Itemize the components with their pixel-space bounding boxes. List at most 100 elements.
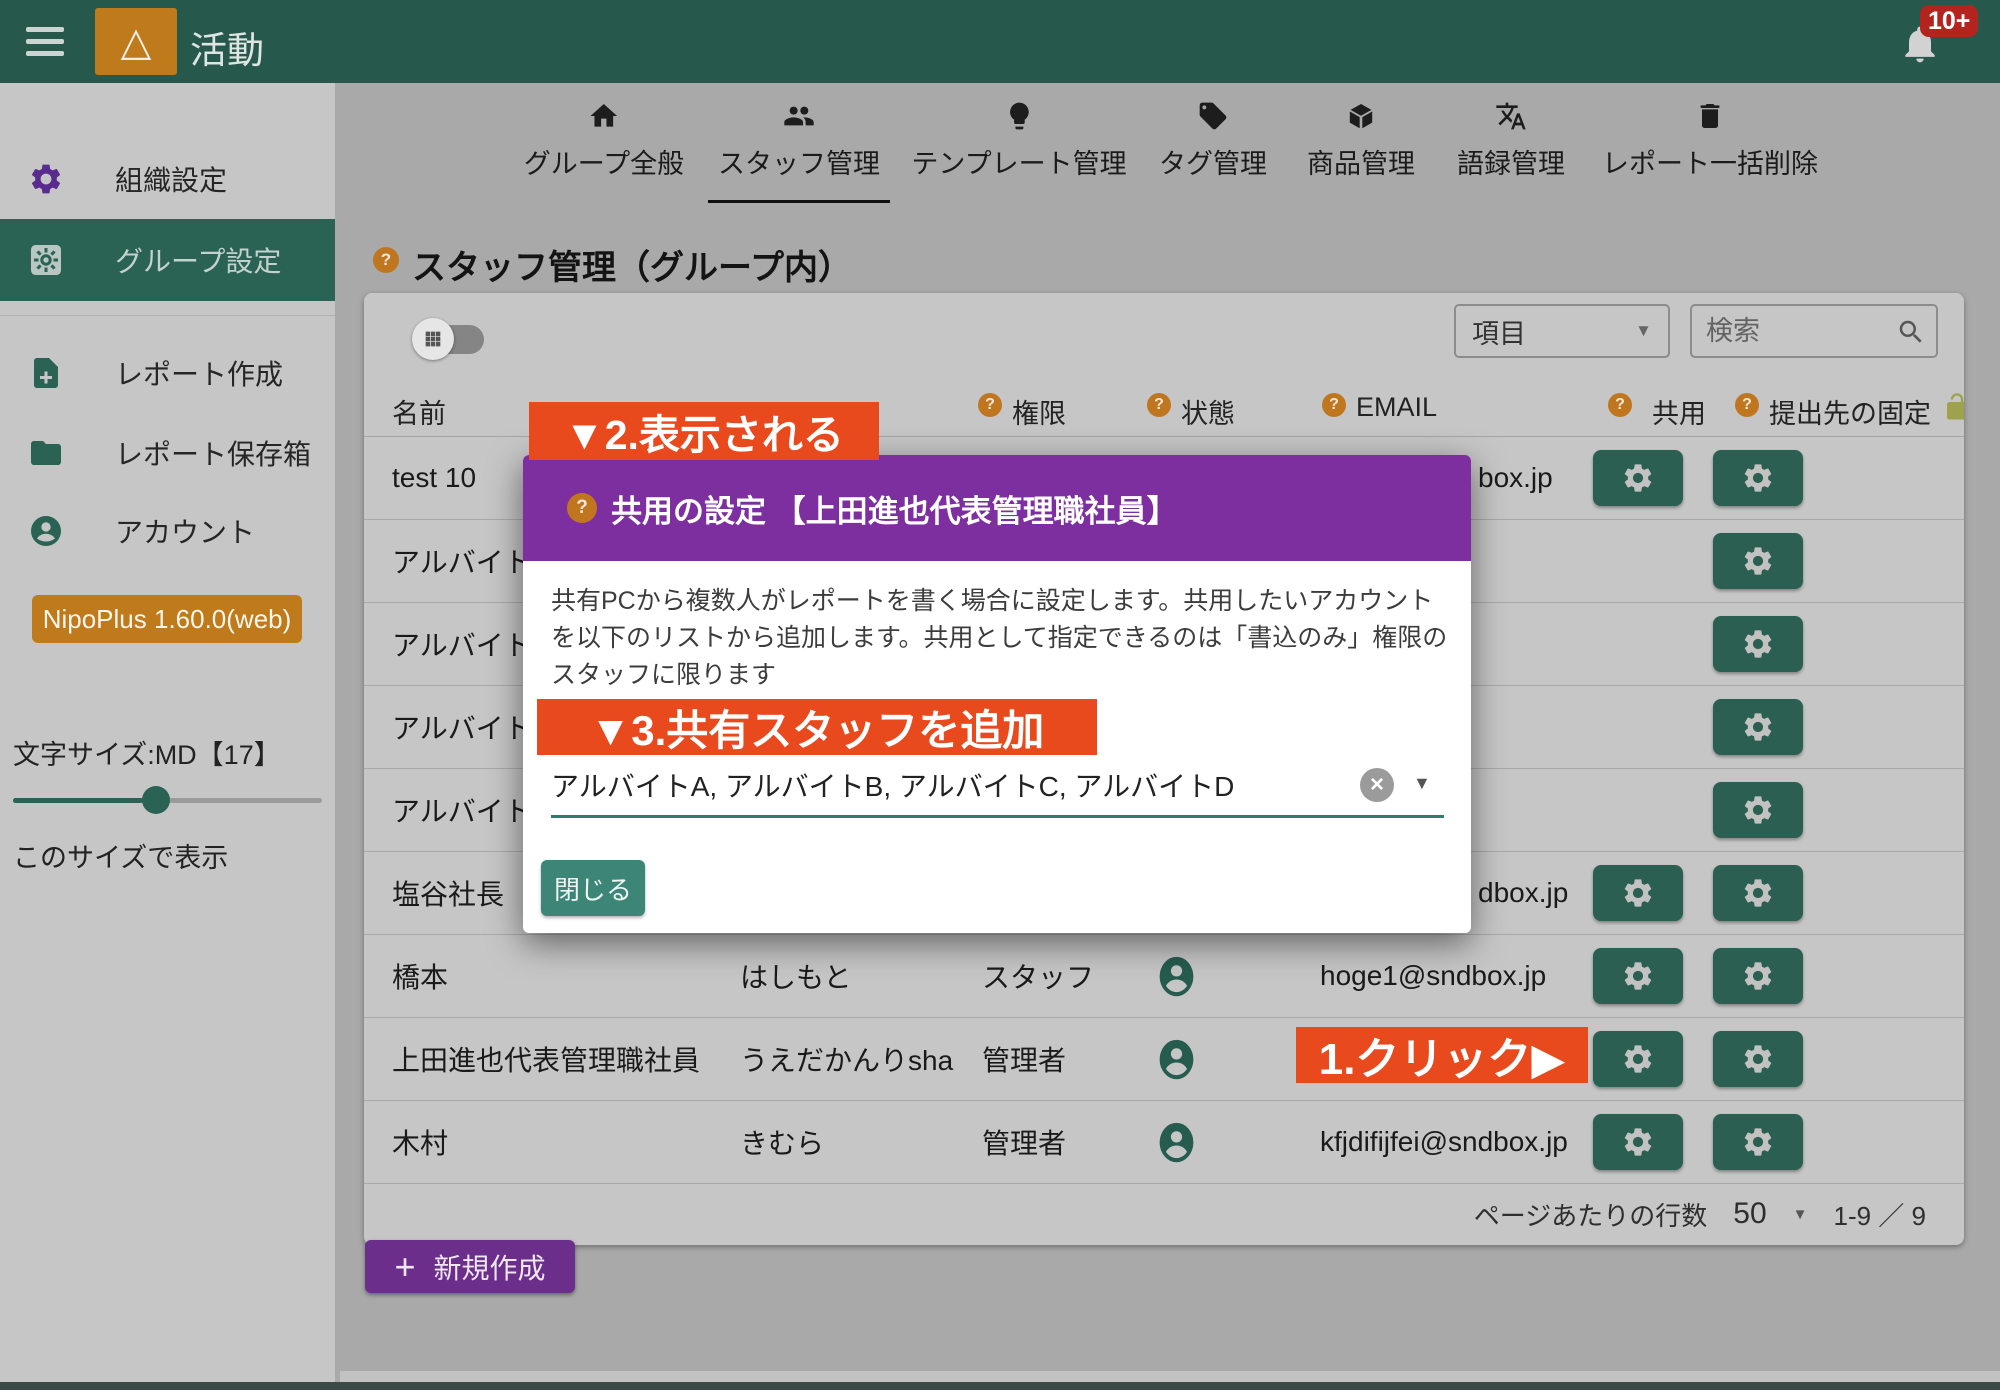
staff-email: dbox.jp [1478, 852, 1568, 934]
tab-glossary-management[interactable]: 語録管理 [1457, 100, 1565, 203]
pagination-range: 1-9 ／ 9 [1834, 1196, 1927, 1233]
share-settings-button[interactable] [1593, 450, 1683, 506]
status-person-icon [1154, 1037, 1199, 1082]
horizontal-scrollbar-area[interactable] [340, 1371, 2000, 1382]
dialog-description: 共有PCから複数人がレポートを書く場合に設定します。共用したいアカウントを以下の… [551, 583, 1448, 694]
people-icon [783, 100, 815, 132]
column-header-name[interactable]: 名前 [392, 392, 446, 431]
sidebar-item-label: グループ設定 [115, 240, 281, 280]
font-size-hint: このサイズで表示 [13, 836, 228, 875]
help-icon[interactable]: ? [1735, 393, 1759, 417]
chevron-down-icon: ▼ [1635, 321, 1652, 341]
input-underline [551, 815, 1444, 818]
close-dialog-button[interactable]: 閉じる [541, 860, 645, 916]
translate-icon [1495, 100, 1527, 132]
tab-bulk-delete-reports[interactable]: レポート一括削除 [1602, 100, 1818, 203]
staff-name: 上田進也代表管理職社員 [392, 1018, 700, 1100]
fix-destination-button[interactable] [1713, 616, 1803, 672]
share-settings-button[interactable] [1593, 1031, 1683, 1087]
tab-tag-management[interactable]: タグ管理 [1159, 100, 1267, 203]
table-row: 上田進也代表管理職社員 うえだかんりsha 管理者 [364, 1018, 1964, 1101]
share-settings-button[interactable] [1593, 1114, 1683, 1170]
sidebar-item-create-report[interactable]: レポート作成 [0, 341, 335, 405]
sidebar-item-account[interactable]: アカウント [0, 499, 335, 563]
staff-name: アルバイト [392, 520, 532, 602]
sidebar-item-group-settings[interactable]: グループ設定 [0, 219, 335, 301]
grid-icon [412, 318, 454, 360]
chevron-down-icon[interactable]: ▼ [1413, 773, 1431, 794]
lightbulb-icon [1003, 100, 1035, 132]
tutorial-annotation-3: ▼3.共有スタッフを追加 [537, 699, 1097, 755]
help-icon[interactable]: ? [1147, 393, 1171, 417]
staff-email: hoge1@sndbox.jp [1320, 935, 1546, 1017]
bottom-bar [0, 1382, 2000, 1390]
folder-icon [28, 435, 64, 471]
app-header: △ 活動 10+ [0, 0, 2000, 83]
help-icon[interactable]: ? [978, 393, 1002, 417]
search-input[interactable] [1704, 310, 1884, 352]
dialog-title: 共用の設定 【上田進也代表管理職社員】 [611, 486, 1178, 531]
column-header-email[interactable]: EMAIL [1356, 392, 1437, 423]
staff-name: アルバイト [392, 603, 532, 685]
search-field[interactable] [1690, 304, 1938, 358]
pagination-bar: ページあたりの行数 50 ▼ 1-9 ／ 9 [364, 1184, 1964, 1244]
tab-product-management[interactable]: 商品管理 [1307, 100, 1415, 203]
tab-group-general[interactable]: グループ全般 [524, 100, 684, 203]
sidebar-item-report-box[interactable]: レポート保存箱 [0, 421, 335, 485]
gear-square-icon [28, 242, 64, 278]
fix-destination-button[interactable] [1713, 1031, 1803, 1087]
column-header-share[interactable]: 共用 [1652, 392, 1706, 431]
tab-template-management[interactable]: テンプレート管理 [911, 100, 1126, 203]
slider-fill [13, 798, 143, 803]
status-person-icon [1154, 954, 1199, 999]
column-header-fix-destination[interactable]: 提出先の固定 [1769, 392, 1931, 431]
share-settings-button[interactable] [1593, 865, 1683, 921]
column-header-status[interactable]: 状態 [1181, 392, 1235, 431]
slider-thumb[interactable] [142, 786, 170, 814]
font-size-label: 文字サイズ:MD【17】 [13, 733, 281, 772]
staff-kana: きむら [740, 1101, 824, 1183]
person-circle-icon [28, 513, 64, 549]
staff-email: box.jp [1478, 437, 1553, 519]
home-icon [588, 100, 620, 132]
table-row: 橋本 はしもと スタッフ hoge1@sndbox.jp [364, 935, 1964, 1018]
help-icon[interactable]: ? [1608, 393, 1632, 417]
sidebar-item-label: レポート作成 [115, 353, 283, 393]
chevron-down-icon[interactable]: ▼ [1793, 1206, 1808, 1223]
help-icon[interactable]: ? [373, 247, 399, 273]
hamburger-menu-icon[interactable] [26, 27, 64, 56]
triangle-logo-icon: △ [121, 19, 152, 65]
help-icon[interactable]: ? [567, 493, 597, 523]
create-new-button[interactable]: + 新規作成 [365, 1240, 575, 1293]
help-icon[interactable]: ? [1322, 393, 1346, 417]
rows-per-page-label: ページあたりの行数 [1474, 1196, 1707, 1233]
column-select-dropdown[interactable]: 項目 ▼ [1454, 304, 1670, 358]
version-button[interactable]: NipoPlus 1.60.0(web) [32, 595, 302, 643]
share-settings-button[interactable] [1593, 948, 1683, 1004]
sidebar-item-label: 組織設定 [115, 159, 227, 199]
sidebar: 組織設定 グループ設定 レポート作成 レポート保存箱 アカウント [0, 83, 335, 1382]
fix-destination-button[interactable] [1713, 699, 1803, 755]
sidebar-item-label: レポート保存箱 [115, 433, 311, 473]
fix-destination-button[interactable] [1713, 865, 1803, 921]
tab-staff-management[interactable]: スタッフ管理 [718, 100, 880, 203]
sidebar-item-org-settings[interactable]: 組織設定 [0, 147, 335, 211]
fix-destination-button[interactable] [1713, 533, 1803, 589]
rows-per-page-value[interactable]: 50 [1733, 1197, 1766, 1231]
shared-staff-input[interactable]: アルバイトA, アルバイトB, アルバイトC, アルバイトD [551, 765, 1341, 805]
fix-destination-button[interactable] [1713, 450, 1803, 506]
tag-icon [1197, 100, 1229, 132]
font-size-slider[interactable] [13, 783, 322, 817]
notification-badge: 10+ [1920, 5, 1978, 37]
app-title: 活動 [190, 20, 264, 74]
share-settings-dialog: ? 共用の設定 【上田進也代表管理職社員】 共有PCから複数人がレポートを書く場… [523, 455, 1471, 933]
column-display-toggle[interactable] [412, 318, 486, 360]
trash-icon [1694, 100, 1726, 132]
fix-destination-button[interactable] [1713, 782, 1803, 838]
fix-destination-button[interactable] [1713, 1114, 1803, 1170]
app-logo[interactable]: △ [95, 8, 177, 75]
fix-destination-button[interactable] [1713, 948, 1803, 1004]
sidebar-item-label: アカウント [115, 511, 255, 551]
column-header-permission[interactable]: 権限 [1012, 392, 1066, 431]
clear-icon[interactable]: × [1360, 768, 1394, 802]
